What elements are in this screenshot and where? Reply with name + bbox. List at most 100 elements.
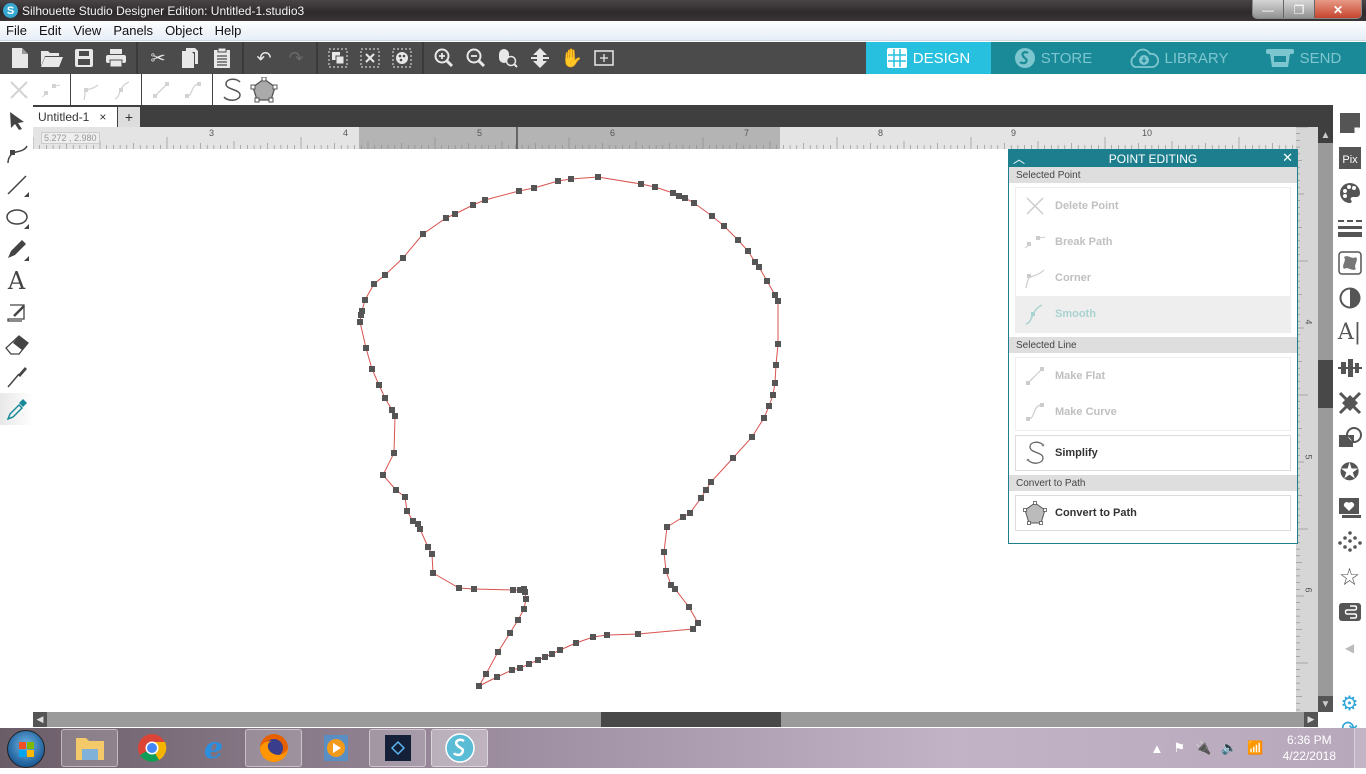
path-node[interactable]	[521, 606, 527, 612]
toolbar-break-path-button[interactable]	[35, 76, 67, 104]
collapse-panels-button[interactable]: ◀	[1333, 630, 1366, 665]
menu-file[interactable]: File	[0, 23, 33, 38]
path-node[interactable]	[672, 586, 678, 592]
path-node[interactable]	[568, 176, 574, 182]
path-node[interactable]	[523, 596, 529, 602]
point-edit-tool[interactable]	[0, 137, 33, 169]
path-node[interactable]	[425, 544, 431, 550]
path-node[interactable]	[761, 415, 767, 421]
path-node[interactable]	[635, 631, 641, 637]
path-node[interactable]	[703, 487, 709, 493]
redo-button[interactable]: ↷	[280, 43, 312, 73]
tab-store[interactable]: STORE	[991, 42, 1116, 74]
path-node[interactable]	[482, 197, 488, 203]
open-button[interactable]	[36, 43, 68, 73]
path-node[interactable]	[410, 518, 416, 524]
menu-panels[interactable]: Panels	[107, 23, 159, 38]
network-signal-icon[interactable]: 📶	[1247, 740, 1263, 756]
action-center-flag-icon[interactable]: ⚑	[1173, 740, 1185, 756]
delete-point-button[interactable]: Delete Point	[1016, 188, 1290, 224]
show-hidden-icons[interactable]: ▲	[1151, 741, 1164, 756]
align-button[interactable]	[1333, 350, 1366, 385]
horizontal-scrollbar[interactable]: ◀ ▶	[33, 712, 1318, 727]
path-node[interactable]	[772, 380, 778, 386]
taskbar-firefox[interactable]	[245, 729, 302, 767]
path-node[interactable]	[709, 213, 715, 219]
path-node[interactable]	[664, 524, 670, 530]
close-panel-icon[interactable]: ✕	[1282, 150, 1293, 166]
convert-to-path-button[interactable]: Convert to Path	[1015, 495, 1291, 531]
path-node[interactable]	[690, 626, 696, 632]
path-node[interactable]	[698, 495, 704, 501]
toolbar-simplify-button[interactable]	[216, 76, 248, 104]
break-path-button[interactable]: Break Path	[1016, 224, 1290, 260]
path-node[interactable]	[362, 297, 368, 303]
path-node[interactable]	[691, 200, 697, 206]
path-node[interactable]	[542, 654, 548, 660]
add-tab-button[interactable]: +	[118, 107, 140, 127]
path-node[interactable]	[400, 255, 406, 261]
path-node[interactable]	[402, 494, 408, 500]
eraser-tool[interactable]	[0, 329, 33, 361]
path-node[interactable]	[682, 195, 688, 201]
path-node[interactable]	[509, 667, 515, 673]
vertical-scrollbar[interactable]: ▲ ▼	[1318, 127, 1333, 712]
path-node[interactable]	[604, 632, 610, 638]
pixscan-button[interactable]: Pix	[1333, 140, 1366, 175]
close-button[interactable]: ✕	[1315, 0, 1361, 18]
toolbar-smooth-button[interactable]	[106, 76, 138, 104]
taskbar-media-player[interactable]	[307, 729, 364, 767]
pencil-tool[interactable]	[0, 233, 33, 265]
menu-help[interactable]: Help	[209, 23, 248, 38]
tab-design[interactable]: DESIGN	[866, 42, 991, 74]
ellipse-tool[interactable]	[0, 201, 33, 233]
path-node[interactable]	[495, 649, 501, 655]
path-node[interactable]	[391, 450, 397, 456]
taskbar-internet-explorer[interactable]: e	[185, 729, 242, 767]
toolbar-corner-button[interactable]	[74, 76, 106, 104]
sketch-tool[interactable]	[0, 297, 33, 329]
path-node[interactable]	[638, 181, 644, 187]
scroll-up-button[interactable]: ▲	[1318, 127, 1333, 143]
tab-send[interactable]: SEND	[1241, 42, 1366, 74]
text-tool[interactable]: A	[0, 265, 33, 297]
print-button[interactable]	[100, 43, 132, 73]
path-node[interactable]	[392, 413, 398, 419]
path-node[interactable]	[773, 362, 779, 368]
scroll-down-button[interactable]: ▼	[1318, 696, 1333, 712]
toolbar-convert-to-path-button[interactable]	[248, 76, 280, 104]
line-style-button[interactable]	[1333, 210, 1366, 245]
eyedropper-tool[interactable]	[0, 393, 33, 425]
collapse-panel-icon[interactable]: ︿	[1013, 150, 1025, 167]
smooth-button[interactable]: Smooth	[1016, 296, 1290, 332]
path-node[interactable]	[745, 248, 751, 254]
path-node[interactable]	[663, 568, 669, 574]
path-node[interactable]	[686, 604, 692, 610]
path-node[interactable]	[494, 674, 500, 680]
path-node[interactable]	[380, 472, 386, 478]
path-node[interactable]	[376, 382, 382, 388]
path-node[interactable]	[708, 479, 714, 485]
pan-button[interactable]: ✋	[556, 43, 588, 73]
path-node[interactable]	[452, 211, 458, 217]
toolbar-make-flat-button[interactable]	[145, 76, 177, 104]
path-node[interactable]	[680, 514, 686, 520]
taskbar-explorer[interactable]	[61, 729, 118, 767]
path-node[interactable]	[555, 178, 561, 184]
path-node[interactable]	[531, 185, 537, 191]
zoom-selection-button[interactable]	[492, 43, 524, 73]
vertical-scroll-thumb[interactable]	[1318, 360, 1333, 408]
trace-button[interactable]	[1333, 245, 1366, 280]
path-node[interactable]	[456, 585, 462, 591]
path-node[interactable]	[730, 455, 736, 461]
path-node[interactable]	[721, 223, 727, 229]
simplify-button[interactable]: Simplify	[1015, 435, 1291, 471]
path-node[interactable]	[595, 174, 601, 180]
path-node[interactable]	[470, 202, 476, 208]
path-node[interactable]	[430, 570, 436, 576]
path-node[interactable]	[389, 407, 395, 413]
settings-button[interactable]: ⚙	[1333, 690, 1366, 716]
volume-icon[interactable]: 🔈	[1221, 740, 1237, 756]
minimize-button[interactable]: —	[1253, 0, 1284, 18]
start-button[interactable]	[7, 730, 45, 768]
